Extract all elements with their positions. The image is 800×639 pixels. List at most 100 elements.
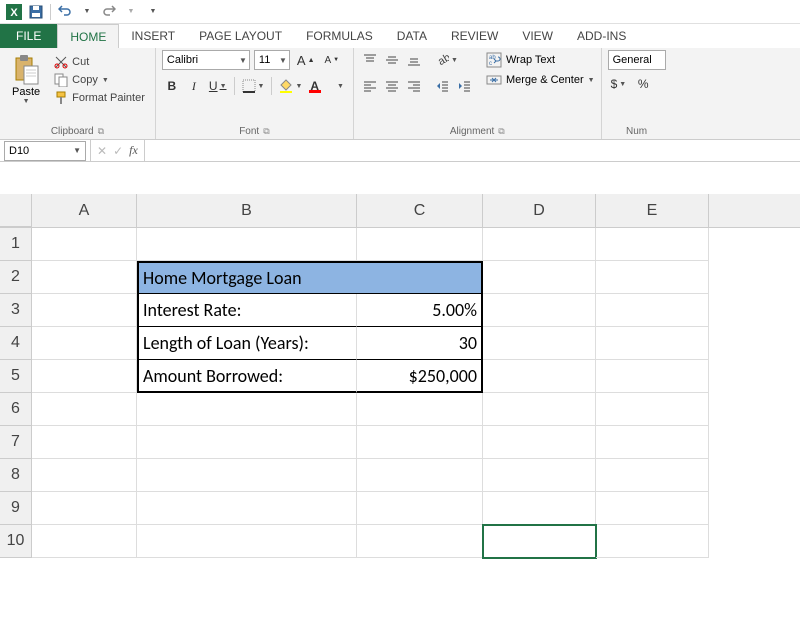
cell-B1[interactable] (137, 228, 357, 261)
cell-B3[interactable]: Interest Rate: (137, 294, 357, 327)
cell-B5[interactable]: Amount Borrowed: (137, 360, 357, 393)
cell-B10[interactable] (137, 525, 357, 558)
row-header-7[interactable]: 7 (0, 426, 32, 459)
cell-C6[interactable] (357, 393, 483, 426)
cell-E7[interactable] (596, 426, 709, 459)
col-header-B[interactable]: B (137, 194, 357, 227)
cell-C7[interactable] (357, 426, 483, 459)
tab-formulas[interactable]: FORMULAS (294, 24, 385, 48)
font-name-combo[interactable]: Calibri ▼ (162, 50, 250, 70)
cell-D4[interactable] (483, 327, 596, 360)
fill-color-button[interactable]: ▼ (276, 76, 305, 96)
cell-E3[interactable] (596, 294, 709, 327)
font-size-combo[interactable]: 11 ▼ (254, 50, 290, 70)
cell-B8[interactable] (137, 459, 357, 492)
cell-B4[interactable]: Length of Loan (Years): (137, 327, 357, 360)
align-right-button[interactable] (404, 76, 424, 96)
cell-B6[interactable] (137, 393, 357, 426)
cell-D5[interactable] (483, 360, 596, 393)
cell-B2-C2-merged[interactable]: Home Mortgage Loan (137, 261, 483, 294)
row-header-10[interactable]: 10 (0, 525, 32, 558)
cut-button[interactable]: Cut (50, 54, 149, 70)
cell-D2[interactable] (483, 261, 596, 294)
cell-B7[interactable] (137, 426, 357, 459)
select-all-corner[interactable] (0, 194, 32, 227)
align-center-button[interactable] (382, 76, 402, 96)
col-header-A[interactable]: A (32, 194, 137, 227)
decrease-font-button[interactable]: A▼ (322, 50, 343, 70)
cell-C9[interactable] (357, 492, 483, 525)
cell-A5[interactable] (32, 360, 137, 393)
cell-C5[interactable]: $250,000 (357, 360, 483, 393)
paste-button[interactable]: Paste ▼ (6, 50, 46, 109)
increase-indent-button[interactable] (454, 76, 474, 96)
bold-button[interactable]: B (162, 76, 182, 96)
tab-addins[interactable]: ADD-INS (565, 24, 638, 48)
cell-D10[interactable] (483, 525, 596, 558)
tab-home[interactable]: HOME (57, 24, 119, 48)
decrease-indent-button[interactable] (432, 76, 452, 96)
redo-icon[interactable] (99, 2, 119, 22)
col-header-D[interactable]: D (483, 194, 596, 227)
name-box[interactable]: D10 ▼ (4, 141, 86, 161)
redo-dropdown[interactable]: ▼ (121, 2, 141, 22)
formula-input[interactable] (145, 141, 800, 161)
tab-review[interactable]: REVIEW (439, 24, 510, 48)
cell-E4[interactable] (596, 327, 709, 360)
copy-button[interactable]: Copy ▼ (50, 72, 149, 88)
cell-A7[interactable] (32, 426, 137, 459)
cell-A1[interactable] (32, 228, 137, 261)
cell-C1[interactable] (357, 228, 483, 261)
underline-button[interactable]: U▼ (206, 76, 230, 96)
cell-A10[interactable] (32, 525, 137, 558)
cell-C4[interactable]: 30 (357, 327, 483, 360)
align-bottom-button[interactable] (404, 50, 424, 70)
cell-D8[interactable] (483, 459, 596, 492)
cell-A9[interactable] (32, 492, 137, 525)
format-painter-button[interactable]: Format Painter (50, 90, 149, 106)
cell-D3[interactable] (483, 294, 596, 327)
clipboard-dialog-launcher[interactable]: ⧉ (98, 126, 104, 137)
font-dialog-launcher[interactable]: ⧉ (263, 126, 269, 137)
tab-insert[interactable]: INSERT (119, 24, 187, 48)
row-header-4[interactable]: 4 (0, 327, 32, 360)
align-middle-button[interactable] (382, 50, 402, 70)
font-color-button[interactable]: A ▼ (307, 76, 347, 96)
cell-E2[interactable] (596, 261, 709, 294)
insert-function-button[interactable]: fx (129, 143, 138, 158)
cancel-formula-button[interactable]: ✕ (97, 144, 107, 158)
row-header-1[interactable]: 1 (0, 228, 32, 261)
currency-button[interactable]: $▼ (608, 74, 630, 94)
col-header-C[interactable]: C (357, 194, 483, 227)
cell-C3[interactable]: 5.00% (357, 294, 483, 327)
cell-C10[interactable] (357, 525, 483, 558)
border-button[interactable]: ▼ (239, 76, 268, 96)
cell-D1[interactable] (483, 228, 596, 261)
col-header-E[interactable]: E (596, 194, 709, 227)
save-icon[interactable] (26, 2, 46, 22)
tab-data[interactable]: DATA (385, 24, 439, 48)
enter-formula-button[interactable]: ✓ (113, 144, 123, 158)
cell-B9[interactable] (137, 492, 357, 525)
alignment-dialog-launcher[interactable]: ⧉ (498, 126, 504, 137)
align-top-button[interactable] (360, 50, 380, 70)
cell-E8[interactable] (596, 459, 709, 492)
cell-E6[interactable] (596, 393, 709, 426)
align-left-button[interactable] (360, 76, 380, 96)
row-header-5[interactable]: 5 (0, 360, 32, 393)
cell-A3[interactable] (32, 294, 137, 327)
cell-E10[interactable] (596, 525, 709, 558)
cell-E5[interactable] (596, 360, 709, 393)
wrap-text-button[interactable]: abc Wrap Text (486, 52, 595, 68)
cell-A6[interactable] (32, 393, 137, 426)
cell-E9[interactable] (596, 492, 709, 525)
row-header-9[interactable]: 9 (0, 492, 32, 525)
cell-D6[interactable] (483, 393, 596, 426)
row-header-3[interactable]: 3 (0, 294, 32, 327)
cell-D7[interactable] (483, 426, 596, 459)
tab-view[interactable]: VIEW (510, 24, 565, 48)
row-header-6[interactable]: 6 (0, 393, 32, 426)
cell-A4[interactable] (32, 327, 137, 360)
undo-icon[interactable] (55, 2, 75, 22)
percent-button[interactable]: % (633, 74, 653, 94)
